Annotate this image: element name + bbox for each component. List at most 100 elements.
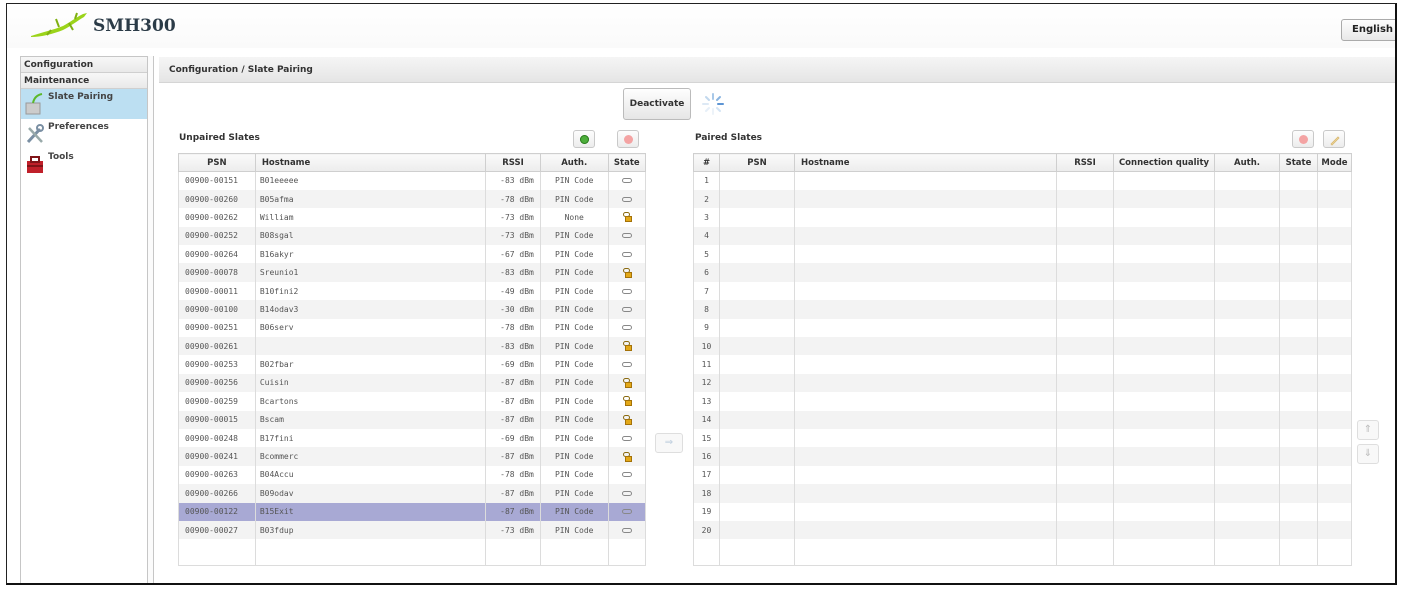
table-row[interactable]: 00900-00027 B03fdup -73 dBm PIN Code xyxy=(178,520,647,540)
empty-cell xyxy=(1113,484,1215,503)
empty-cell xyxy=(1317,189,1352,209)
table-row[interactable]: 00900-00263 B04Accu -78 dBm PIN Code xyxy=(178,465,647,485)
table-row[interactable]: 6 xyxy=(693,263,1352,282)
table-row[interactable]: 00900-00011 B10fini2 -49 dBm PIN Code xyxy=(178,281,647,301)
table-row[interactable]: 00900-00251 B06serv -78 dBm PIN Code xyxy=(178,318,647,338)
cell-auth: PIN Code xyxy=(539,189,609,209)
empty-cell xyxy=(1317,281,1352,301)
column-header-rssi[interactable]: RSSI xyxy=(485,153,541,172)
table-row[interactable]: 00900-00262 William -73 dBm None xyxy=(178,208,647,227)
lock-icon xyxy=(622,414,632,425)
remove-slate-button[interactable] xyxy=(617,130,639,148)
cell-state xyxy=(607,447,647,466)
table-row[interactable]: 00900-00252 B08sgal -73 dBm PIN Code xyxy=(178,226,647,246)
empty-cell xyxy=(1317,245,1352,264)
table-row[interactable]: 00900-00264 B16akyr -67 dBm PIN Code xyxy=(178,245,647,264)
empty-cell xyxy=(485,539,541,566)
lizard-logo-icon xyxy=(31,12,87,37)
pair-arrow-button[interactable]: ⇒ xyxy=(655,433,683,453)
sidebar-item-tools[interactable]: Tools xyxy=(21,149,147,179)
empty-cell xyxy=(1279,428,1318,448)
table-row[interactable]: 20 xyxy=(693,520,1352,540)
column-header-connection-quality[interactable]: Connection quality xyxy=(1113,153,1215,172)
table-row[interactable]: 00900-00253 B02fbar -69 dBm PIN Code xyxy=(178,355,647,374)
table-row[interactable]: 16 xyxy=(693,447,1352,466)
table-row[interactable]: 12 xyxy=(693,373,1352,393)
table-row[interactable]: 13 xyxy=(693,392,1352,411)
table-row[interactable]: 00900-00078 Sreunio1 -83 dBm PIN Code xyxy=(178,263,647,282)
table-row[interactable]: 17 xyxy=(693,465,1352,485)
table-row[interactable]: 15 xyxy=(693,428,1352,448)
table-row[interactable]: 00900-00100 B14odav3 -30 dBm PIN Code xyxy=(178,300,647,319)
table-row[interactable]: 00900-00015 Bscam -87 dBm PIN Code xyxy=(178,410,647,429)
empty-cell xyxy=(1317,428,1352,448)
move-up-button[interactable]: ⇑ xyxy=(1357,420,1379,440)
table-row[interactable]: 3 xyxy=(693,208,1352,227)
empty-cell xyxy=(794,447,1057,466)
table-row[interactable]: 00900-00261 -83 dBm PIN Code xyxy=(178,337,647,356)
cell-number: 17 xyxy=(693,465,720,485)
table-row[interactable]: 1 xyxy=(693,171,1352,190)
edit-slate-button[interactable] xyxy=(1323,130,1345,148)
column-header-psn[interactable]: PSN xyxy=(719,153,795,172)
cell-auth: PIN Code xyxy=(539,520,609,540)
column-header-mode[interactable]: Mode xyxy=(1317,153,1352,172)
cell-hostname: B06serv xyxy=(254,318,487,338)
column-header-auth[interactable]: Auth. xyxy=(539,153,609,172)
table-row[interactable]: 9 xyxy=(693,318,1352,338)
table-row[interactable]: 14 xyxy=(693,410,1352,429)
table-row[interactable]: 5 xyxy=(693,245,1352,264)
table-row[interactable]: 00900-00241 Bcommerc -87 dBm PIN Code xyxy=(178,447,647,466)
unpair-slate-button[interactable] xyxy=(1292,130,1314,148)
unpaired-slates-table: PSN Hostname RSSI Auth. State 00900-0015… xyxy=(178,153,647,566)
cell-state xyxy=(607,520,647,540)
table-row[interactable]: 4 xyxy=(693,226,1352,246)
table-row[interactable]: 18 xyxy=(693,484,1352,503)
table-row[interactable]: 00900-00266 B09odav -87 dBm PIN Code xyxy=(178,484,647,503)
table-row[interactable]: 00900-00248 B17fini -69 dBm PIN Code xyxy=(178,428,647,448)
empty-cell xyxy=(1214,337,1280,356)
cell-hostname: B17fini xyxy=(254,428,487,448)
table-row[interactable]: 00900-00260 B05afma -78 dBm PIN Code xyxy=(178,189,647,209)
column-header-state[interactable]: State xyxy=(1279,153,1318,172)
column-header-hostname[interactable]: Hostname xyxy=(254,153,487,172)
column-header-auth[interactable]: Auth. xyxy=(1214,153,1280,172)
table-filler-row xyxy=(693,539,1352,566)
column-header-rssi[interactable]: RSSI xyxy=(1056,153,1114,172)
sidebar-splitter[interactable] xyxy=(148,56,154,583)
empty-cell xyxy=(1214,428,1280,448)
table-row[interactable]: 8 xyxy=(693,300,1352,319)
cell-hostname: B02fbar xyxy=(254,355,487,374)
table-row[interactable]: 00900-00259 Bcartons -87 dBm PIN Code xyxy=(178,392,647,411)
column-header-psn[interactable]: PSN xyxy=(178,153,256,172)
column-header-hostname[interactable]: Hostname xyxy=(794,153,1057,172)
empty-cell xyxy=(1279,447,1318,466)
sidebar-section-configuration[interactable]: Configuration xyxy=(21,57,147,73)
sidebar-item-preferences[interactable]: Preferences xyxy=(21,119,147,149)
table-row[interactable]: 00900-00122 B15Exit -87 dBm PIN Code xyxy=(178,502,647,521)
table-row[interactable]: 10 xyxy=(693,337,1352,356)
empty-cell xyxy=(794,502,1057,521)
empty-cell xyxy=(1113,392,1215,411)
language-select[interactable]: English xyxy=(1341,19,1395,41)
sidebar-section-maintenance[interactable]: Maintenance xyxy=(21,73,147,89)
empty-cell xyxy=(719,520,795,540)
empty-cell xyxy=(1056,410,1114,429)
empty-cell xyxy=(1056,539,1114,566)
column-header-state[interactable]: State xyxy=(607,153,647,172)
sidebar-item-slate-pairing[interactable]: Slate Pairing xyxy=(21,89,147,119)
deactivate-button[interactable]: Deactivate xyxy=(623,88,691,120)
column-header-number[interactable]: # xyxy=(693,153,720,172)
paired-slates-title: Paired Slates xyxy=(695,133,763,143)
move-down-button[interactable]: ⇓ xyxy=(1357,444,1379,464)
table-row[interactable]: 2 xyxy=(693,189,1352,209)
cell-psn: 00900-00078 xyxy=(178,263,256,282)
add-slate-button[interactable] xyxy=(573,130,595,148)
table-row[interactable]: 00900-00151 B01eeeee -83 dBm PIN Code xyxy=(178,171,647,190)
table-row[interactable]: 7 xyxy=(693,281,1352,301)
table-row[interactable]: 00900-00256 Cuisin -87 dBm PIN Code xyxy=(178,373,647,393)
table-row[interactable]: 11 xyxy=(693,355,1352,374)
table-row[interactable]: 19 xyxy=(693,502,1352,521)
empty-cell xyxy=(1113,171,1215,190)
empty-cell xyxy=(1279,484,1318,503)
